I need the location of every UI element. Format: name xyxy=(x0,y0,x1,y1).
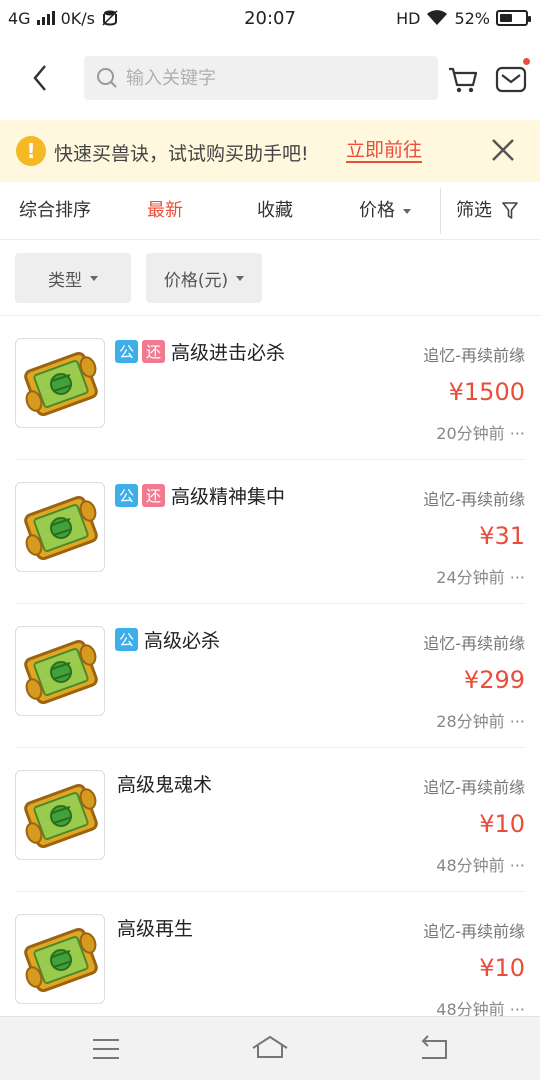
item-price: ¥10 xyxy=(479,954,525,982)
item-thumbnail-scroll-icon xyxy=(15,482,105,572)
menu-icon xyxy=(93,1039,119,1059)
item-title-row: 高级再生 xyxy=(115,914,193,941)
notification-dot xyxy=(523,58,530,65)
item-price: ¥10 xyxy=(479,810,525,838)
filter-button[interactable]: 筛选 xyxy=(456,182,518,240)
item-time: 48分钟前 ··· xyxy=(436,856,525,875)
item-server: 追忆-再续前缘 xyxy=(423,778,525,797)
banner-message: 快速买兽诀，试试购买助手吧! xyxy=(54,143,309,165)
sort-newest[interactable]: 最新 xyxy=(147,182,183,240)
item-thumbnail-scroll-icon xyxy=(15,338,105,428)
funnel-icon xyxy=(501,202,518,219)
item-time: 24分钟前 ··· xyxy=(436,568,525,587)
sort-comprehensive[interactable]: 综合排序 xyxy=(19,182,91,240)
item-title: 高级进击必杀 xyxy=(171,342,286,364)
filter-price-label: 价格(元) xyxy=(163,270,229,291)
battery-icon xyxy=(496,10,531,26)
item-time: 28分钟前 ··· xyxy=(436,712,525,731)
home-button[interactable] xyxy=(250,1031,290,1067)
battery-fill xyxy=(500,14,513,22)
promo-banner: ! 快速买兽诀，试试购买助手吧! 立即前往 xyxy=(0,120,540,182)
list-item[interactable]: 公还高级进击必杀 追忆-再续前缘 ¥1500 20分钟前 ··· xyxy=(0,316,540,460)
sort-favorites[interactable]: 收藏 xyxy=(257,182,293,240)
sort-bar: 综合排序 最新 收藏 价格 筛选 xyxy=(0,182,540,240)
item-thumbnail-scroll-icon xyxy=(15,770,105,860)
item-title-row: 高级鬼魂术 xyxy=(115,770,212,797)
menu-button[interactable] xyxy=(86,1031,126,1067)
back-nav-button[interactable] xyxy=(414,1031,454,1067)
item-price: ¥1500 xyxy=(448,378,525,406)
list-item[interactable]: 高级再生 追忆-再续前缘 ¥10 48分钟前 ··· xyxy=(0,892,540,1036)
item-title: 高级再生 xyxy=(117,918,194,940)
item-server: 追忆-再续前缘 xyxy=(423,346,525,365)
item-title-row: 公还高级精神集中 xyxy=(115,482,285,509)
public-badge: 公 xyxy=(115,628,138,651)
warning-icon: ! xyxy=(16,136,46,166)
status-left: 4G 0K/s xyxy=(8,9,119,28)
return-badge: 还 xyxy=(142,340,165,363)
mail-button[interactable] xyxy=(494,58,530,96)
caret-down-icon xyxy=(403,208,411,214)
header xyxy=(0,36,540,120)
public-badge: 公 xyxy=(115,340,138,363)
caret-down-icon xyxy=(236,275,245,281)
item-title: 高级必杀 xyxy=(144,630,221,652)
filter-row: 类型 价格(元) xyxy=(0,240,540,316)
item-server: 追忆-再续前缘 xyxy=(423,634,525,653)
item-thumbnail-scroll-icon xyxy=(15,626,105,716)
return-badge: 还 xyxy=(142,484,165,507)
home-icon xyxy=(252,1035,288,1058)
banner-link[interactable]: 立即前往 xyxy=(346,139,423,163)
item-server: 追忆-再续前缘 xyxy=(423,490,525,509)
status-right: HD 52% xyxy=(396,8,531,28)
return-icon xyxy=(421,1035,447,1059)
item-time: 20分钟前 ··· xyxy=(436,424,525,443)
status-bar: 4G 0K/s 20:07 HD 52% xyxy=(0,0,540,36)
item-server: 追忆-再续前缘 xyxy=(423,922,525,941)
back-button[interactable] xyxy=(0,36,80,120)
filter-label: 筛选 xyxy=(456,200,492,221)
sort-divider xyxy=(440,188,441,234)
cart-icon xyxy=(449,67,478,93)
cart-button[interactable] xyxy=(446,62,480,96)
network-type: 4G xyxy=(8,8,31,28)
search-icon xyxy=(97,68,117,88)
search-input[interactable] xyxy=(126,67,426,89)
list-item[interactable]: 公还高级精神集中 追忆-再续前缘 ¥31 24分钟前 ··· xyxy=(0,460,540,604)
system-nav-bar xyxy=(0,1016,540,1080)
item-title-row: 公高级必杀 xyxy=(115,626,220,653)
public-badge: 公 xyxy=(115,484,138,507)
filter-price-chip[interactable]: 价格(元) xyxy=(146,253,262,303)
search-bar[interactable] xyxy=(84,56,438,100)
filter-type-label: 类型 xyxy=(48,270,82,291)
hd-indicator: HD xyxy=(396,8,421,28)
item-price: ¥299 xyxy=(463,666,525,694)
sort-price-label: 价格 xyxy=(359,200,395,221)
item-thumbnail-scroll-icon xyxy=(15,914,105,1004)
list-item[interactable]: 公高级必杀 追忆-再续前缘 ¥299 28分钟前 ··· xyxy=(0,604,540,748)
item-title-row: 公还高级进击必杀 xyxy=(115,338,285,365)
item-title: 高级精神集中 xyxy=(171,486,286,508)
caret-down-icon xyxy=(90,275,98,281)
data-saver-icon xyxy=(102,10,118,26)
wifi-icon xyxy=(427,10,448,25)
network-speed: 0K/s xyxy=(60,8,95,28)
battery-percent: 52% xyxy=(454,8,490,28)
item-price: ¥31 xyxy=(479,522,525,550)
filter-type-chip[interactable]: 类型 xyxy=(15,253,131,303)
banner-close-button[interactable] xyxy=(488,135,518,165)
mail-icon xyxy=(495,66,527,93)
item-title: 高级鬼魂术 xyxy=(117,774,213,796)
sort-price[interactable]: 价格 xyxy=(359,182,411,240)
chevron-left-icon xyxy=(33,65,46,91)
clock: 20:07 xyxy=(244,7,296,29)
signal-icon xyxy=(36,11,55,25)
list-item[interactable]: 高级鬼魂术 追忆-再续前缘 ¥10 48分钟前 ··· xyxy=(0,748,540,892)
close-icon xyxy=(492,139,514,161)
